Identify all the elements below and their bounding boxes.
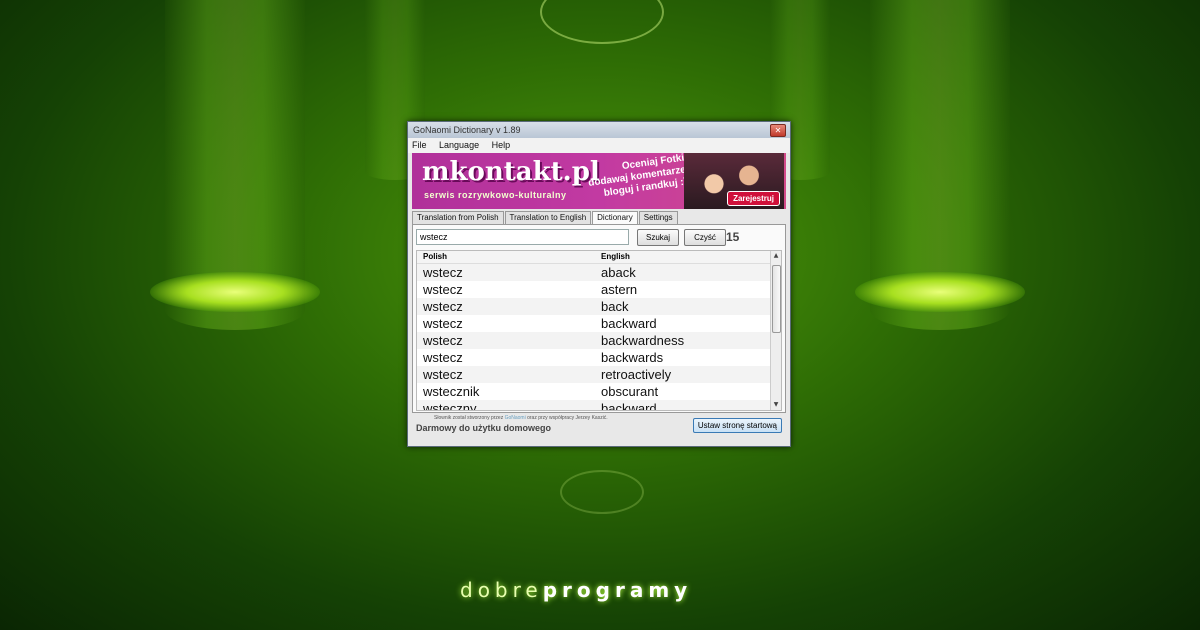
polish-cell: wstecz [423,299,463,314]
polish-cell: wstecznik [423,384,480,399]
english-cell: obscurant [601,384,659,399]
clear-button[interactable]: Czyść [684,229,726,246]
polish-cell: wstecz [423,316,463,331]
menu-bar: File Language Help [408,138,790,153]
table-row[interactable]: wsteczny backward [417,400,781,411]
footer: Słownik został stworzony przez GoNaomi o… [412,413,786,443]
table-row[interactable]: wstecz aback [417,264,781,281]
column-header-english[interactable]: English [601,251,630,263]
polish-cell: wstecz [423,367,463,382]
close-button[interactable]: ✕ [770,124,786,137]
english-cell: backward [601,401,657,411]
polish-cell: wstecz [423,333,463,348]
app-window: GoNaomi Dictionary v 1.89 ✕ File Languag… [407,121,791,447]
banner-logo: mkontakt.pl [422,157,600,187]
scrollbar-thumb[interactable] [772,265,781,333]
credit-text: Słownik został stworzony przez GoNaomi o… [434,415,608,421]
column-header-polish[interactable]: Polish [423,251,447,263]
window-title: GoNaomi Dictionary v 1.89 [413,125,521,135]
polish-cell: wstecz [423,282,463,297]
tab-translation-to-english[interactable]: Translation to English [504,211,592,224]
english-cell: back [601,299,629,314]
swirl-decoration [540,0,664,44]
swirl-decoration [560,470,644,514]
dictionary-panel: wstecz Szukaj Czyść 15 Polish English ws… [412,224,786,413]
english-cell: astern [601,282,638,297]
set-homepage-button[interactable]: Ustaw stronę startową [692,418,782,433]
search-input[interactable]: wstecz [416,229,629,245]
credit-prefix: Słownik został stworzony przez [434,415,504,421]
ad-banner[interactable]: mkontakt.pl serwis rozrywkowo-kulturalny… [412,153,786,209]
english-cell: backwardness [601,333,685,348]
table-row[interactable]: wstecznik obscurant [417,383,781,400]
brand-bold: programy [542,578,693,602]
search-button[interactable]: Szukaj [637,229,679,246]
tab-translation-from-polish[interactable]: Translation from Polish [412,211,504,224]
banner-slogan: Oceniaj Fotki, dodawaj komentarze, blogu… [586,153,691,202]
tab-settings[interactable]: Settings [638,211,678,224]
brand-light: dobre [460,578,543,602]
table-row[interactable]: wstecz backwards [417,349,781,366]
close-icon: ✕ [774,126,782,135]
credit-link[interactable]: GoNaomi [505,415,526,421]
result-count: 15 [726,230,740,244]
polish-cell: wstecz [423,265,463,280]
english-cell: retroactively [601,367,672,382]
scroll-down-icon[interactable]: ▼ [771,400,781,410]
glow-ring-right [855,272,1025,312]
menu-language[interactable]: Language [439,140,479,150]
polish-cell: wstecz [423,350,463,365]
table-row[interactable]: wstecz backwardness [417,332,781,349]
menu-file[interactable]: File [412,140,427,150]
tab-dictionary[interactable]: Dictionary [592,211,638,224]
brand-logo: dobreprogramy [460,578,692,602]
table-row[interactable]: wstecz astern [417,281,781,298]
results-table: Polish English wstecz aback wstecz astern … [416,250,782,411]
free-license-text: Darmowy do użytku domowego [416,423,552,433]
english-cell: backwards [601,350,664,365]
glow-ring-left [150,272,320,312]
credit-suffix: oraz przy współpracy Jerzey Kaszić. [527,415,608,421]
tab-bar: Translation from Polish Translation to E… [412,211,786,224]
scroll-up-icon[interactable]: ▲ [771,251,781,261]
table-row[interactable]: wstecz back [417,298,781,315]
vertical-scrollbar[interactable]: ▲ ▼ [770,251,781,410]
table-header: Polish English [417,251,781,264]
english-cell: backward [601,316,657,331]
table-body: wstecz aback wstecz astern wstecz back wste… [417,264,781,411]
register-button[interactable]: Zarejestruj [727,191,780,206]
polish-cell: wsteczny [423,401,477,411]
title-bar: GoNaomi Dictionary v 1.89 ✕ [408,122,790,138]
english-cell: aback [601,265,636,280]
banner-subtitle: serwis rozrywkowo-kulturalny [424,190,567,200]
table-row[interactable]: wstecz backward [417,315,781,332]
menu-help[interactable]: Help [492,140,511,150]
table-row[interactable]: wstecz retroactively [417,366,781,383]
